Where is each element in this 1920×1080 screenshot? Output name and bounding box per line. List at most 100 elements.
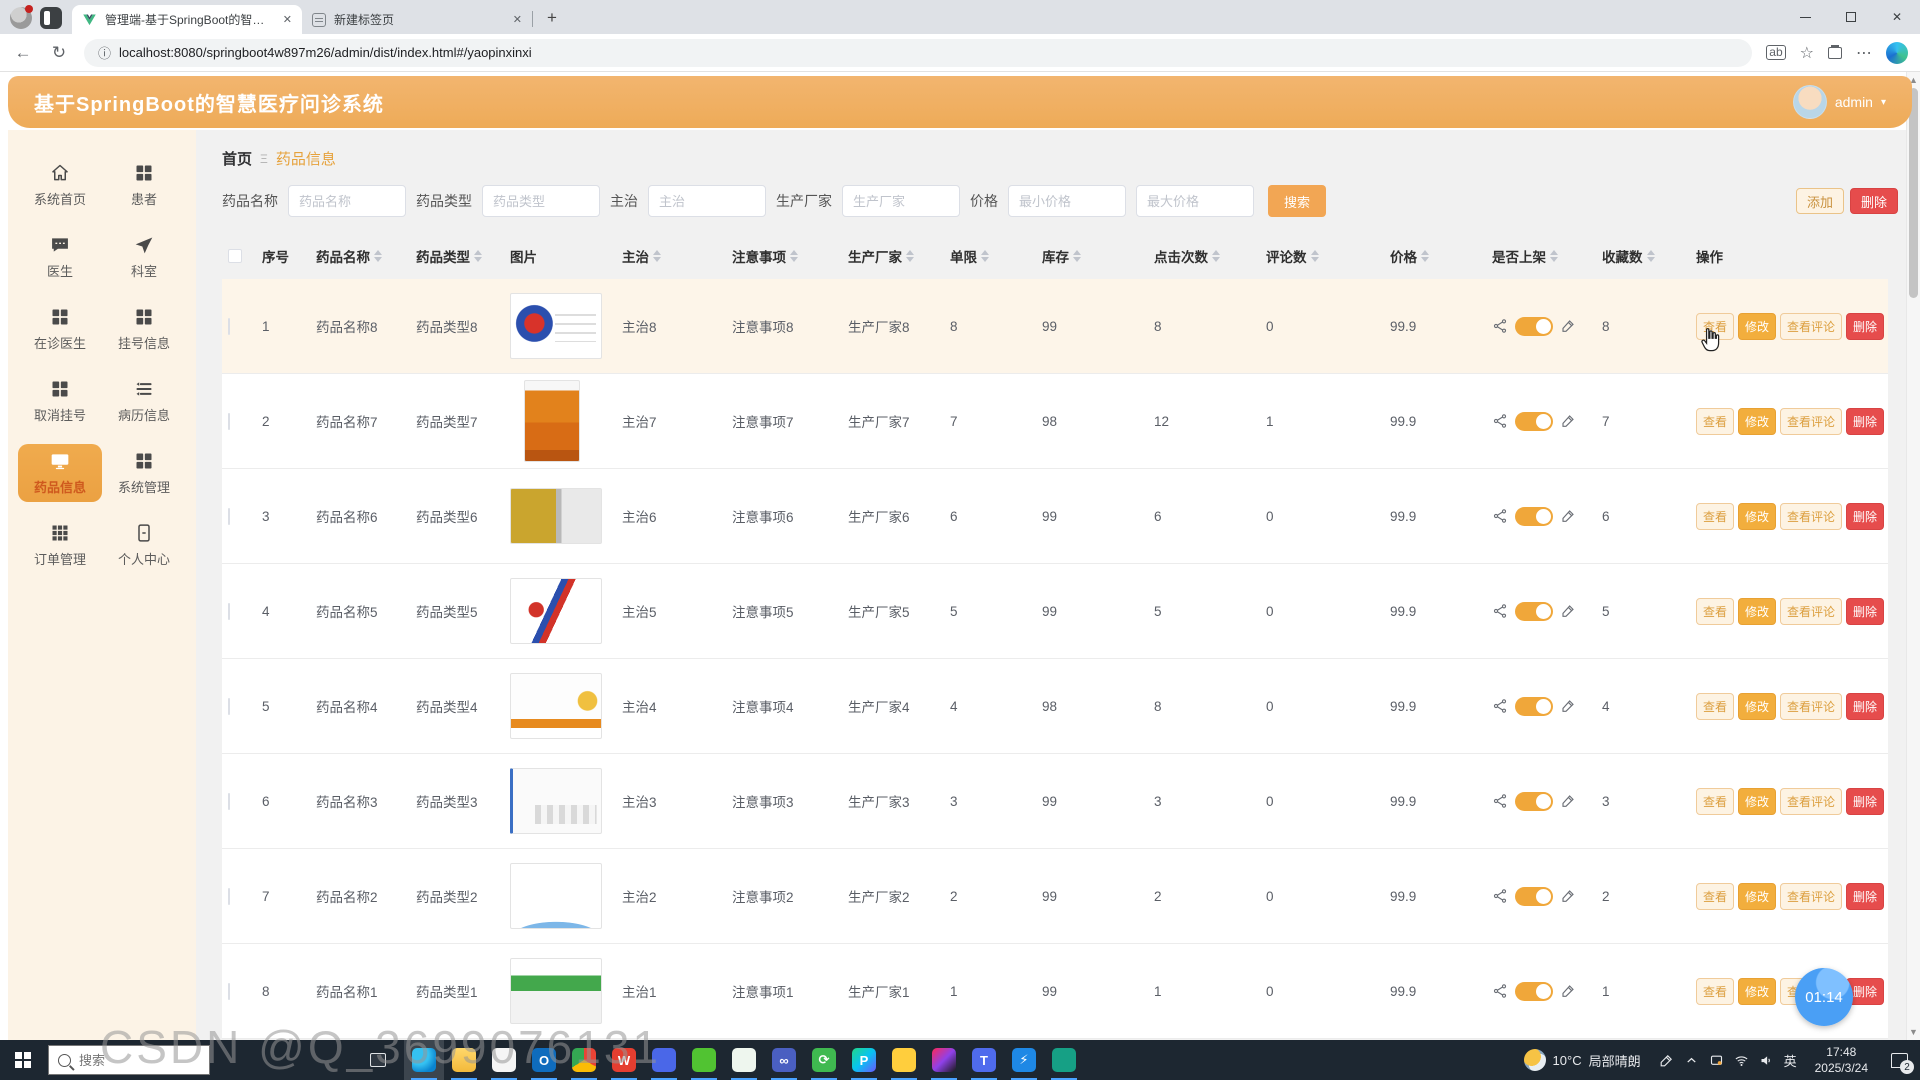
share-icon[interactable] [1492,793,1508,809]
share-icon[interactable] [1492,508,1508,524]
weather-widget[interactable]: 10°C 局部晴朗 [1514,1049,1651,1071]
scroll-down-icon[interactable]: ▼ [1907,1027,1920,1037]
on-shelf-toggle[interactable] [1515,887,1553,906]
delete-button[interactable]: 删除 [1846,313,1884,340]
view-comments-button[interactable]: 查看评论 [1780,788,1842,815]
taskbar-app-notes-icon[interactable] [724,1040,764,1080]
scrollbar-thumb[interactable] [1909,88,1918,298]
edit-pen-icon[interactable] [1560,413,1576,429]
user-avatar[interactable] [1793,85,1827,119]
on-shelf-toggle[interactable] [1515,982,1553,1001]
delete-button[interactable]: 删除 [1846,788,1884,815]
browser-profile-avatar[interactable] [10,7,32,29]
view-comments-button[interactable]: 查看评论 [1780,883,1842,910]
site-info-icon[interactable]: ⓘ [98,43,111,62]
column-header[interactable]: 单限 [950,246,1042,266]
sort-carets-icon[interactable] [1647,250,1655,262]
row-checkbox[interactable] [228,413,230,430]
view-button[interactable]: 查看 [1696,408,1734,435]
search-button[interactable]: 搜索 [1268,185,1326,217]
collections-icon[interactable] [1828,47,1842,59]
maximize-button[interactable] [1828,0,1874,34]
row-checkbox[interactable] [228,318,230,335]
view-button[interactable]: 查看 [1696,503,1734,530]
back-icon[interactable]: ← [12,43,34,63]
share-icon[interactable] [1492,318,1508,334]
column-header[interactable]: 药品类型 [416,246,510,266]
taskbar-app-chrome-icon[interactable] [564,1040,604,1080]
column-header[interactable]: 价格 [1390,246,1492,266]
sort-carets-icon[interactable] [653,250,661,262]
sidebar-item-home[interactable]: 系统首页 [18,156,102,214]
taskbar-app-store-icon[interactable] [484,1040,524,1080]
refresh-icon[interactable]: ↻ [48,43,70,63]
delete-button[interactable]: 删除 [1846,503,1884,530]
address-bar[interactable]: ⓘ localhost:8080/springboot4w897m26/admi… [84,39,1752,67]
sidebar-item-medicine-info[interactable]: 药品信息 [18,444,102,502]
filter-input-price-max[interactable] [1136,185,1254,217]
new-tab-button[interactable]: + [533,8,571,34]
tray-expand-icon[interactable] [1684,1053,1699,1068]
taskbar-search[interactable] [48,1045,210,1075]
notification-center[interactable]: 2 [1878,1040,1920,1080]
column-header[interactable]: 点击次数 [1154,246,1266,266]
share-icon[interactable] [1492,413,1508,429]
sort-carets-icon[interactable] [1311,250,1319,262]
share-icon[interactable] [1492,698,1508,714]
view-comments-button[interactable]: 查看评论 [1780,693,1842,720]
edit-button[interactable]: 修改 [1738,788,1776,815]
recording-timer-bubble[interactable]: 01:14 [1795,968,1853,1026]
taskbar-app-kugou-icon[interactable] [884,1040,924,1080]
row-checkbox[interactable] [228,603,230,620]
sort-carets-icon[interactable] [374,250,382,262]
sidebar-item-patients[interactable]: 患者 [102,156,186,214]
pen-icon[interactable] [1659,1053,1674,1068]
on-shelf-toggle[interactable] [1515,412,1553,431]
volume-icon[interactable] [1759,1053,1774,1068]
tab-admin[interactable]: 管理端-基于SpringBoot的智慧医 ✕ [72,5,302,34]
translate-icon[interactable]: ab [1766,45,1785,60]
sidebar-item-system[interactable]: 系统管理 [102,444,186,502]
sidebar-item-onduty-doctors[interactable]: 在诊医生 [18,300,102,358]
column-header[interactable]: 主治 [622,246,732,266]
sidebar-item-cancel-registration[interactable]: 取消挂号 [18,372,102,430]
filter-input-indication[interactable] [648,185,766,217]
edit-button[interactable]: 修改 [1738,408,1776,435]
tab-newtab[interactable]: 新建标签页 ✕ [302,5,532,34]
taskbar-app-teams-icon[interactable]: T [964,1040,1004,1080]
tab-close-icon[interactable]: ✕ [513,13,522,26]
share-icon[interactable] [1492,603,1508,619]
view-comments-button[interactable]: 查看评论 [1780,313,1842,340]
row-checkbox[interactable] [228,888,230,905]
taskbar-app-wps-icon[interactable]: W [604,1040,644,1080]
breadcrumb-home[interactable]: 首页 [222,148,252,169]
sort-carets-icon[interactable] [981,250,989,262]
taskbar-app-idea-icon[interactable] [924,1040,964,1080]
sort-carets-icon[interactable] [474,250,482,262]
taskbar-app-wechat-icon[interactable] [684,1040,724,1080]
edit-pen-icon[interactable] [1560,888,1576,904]
filter-input-price-min[interactable] [1008,185,1126,217]
screenshot-icon[interactable] [1709,1053,1724,1068]
sidebar-item-medical-records[interactable]: 病历信息 [102,372,186,430]
favorites-star-icon[interactable]: ☆ [1800,43,1814,63]
wifi-icon[interactable] [1734,1053,1749,1068]
view-button[interactable]: 查看 [1696,883,1734,910]
on-shelf-toggle[interactable] [1515,317,1553,336]
edit-pen-icon[interactable] [1560,698,1576,714]
sort-carets-icon[interactable] [790,250,798,262]
row-checkbox[interactable] [228,508,230,525]
edit-button[interactable]: 修改 [1738,693,1776,720]
delete-button[interactable]: 删除 [1846,693,1884,720]
select-all-checkbox[interactable] [228,249,242,263]
close-button[interactable]: ✕ [1874,0,1920,34]
add-button[interactable]: 添加 [1796,188,1844,214]
view-comments-button[interactable]: 查看评论 [1780,408,1842,435]
edit-button[interactable]: 修改 [1738,313,1776,340]
share-icon[interactable] [1492,983,1508,999]
column-header[interactable]: 注意事项 [732,246,848,266]
taskbar-app-obs-icon[interactable]: ∞ [764,1040,804,1080]
sidebar-item-doctors[interactable]: 医生 [18,228,102,286]
row-checkbox[interactable] [228,983,230,1000]
filter-input-name[interactable] [288,185,406,217]
